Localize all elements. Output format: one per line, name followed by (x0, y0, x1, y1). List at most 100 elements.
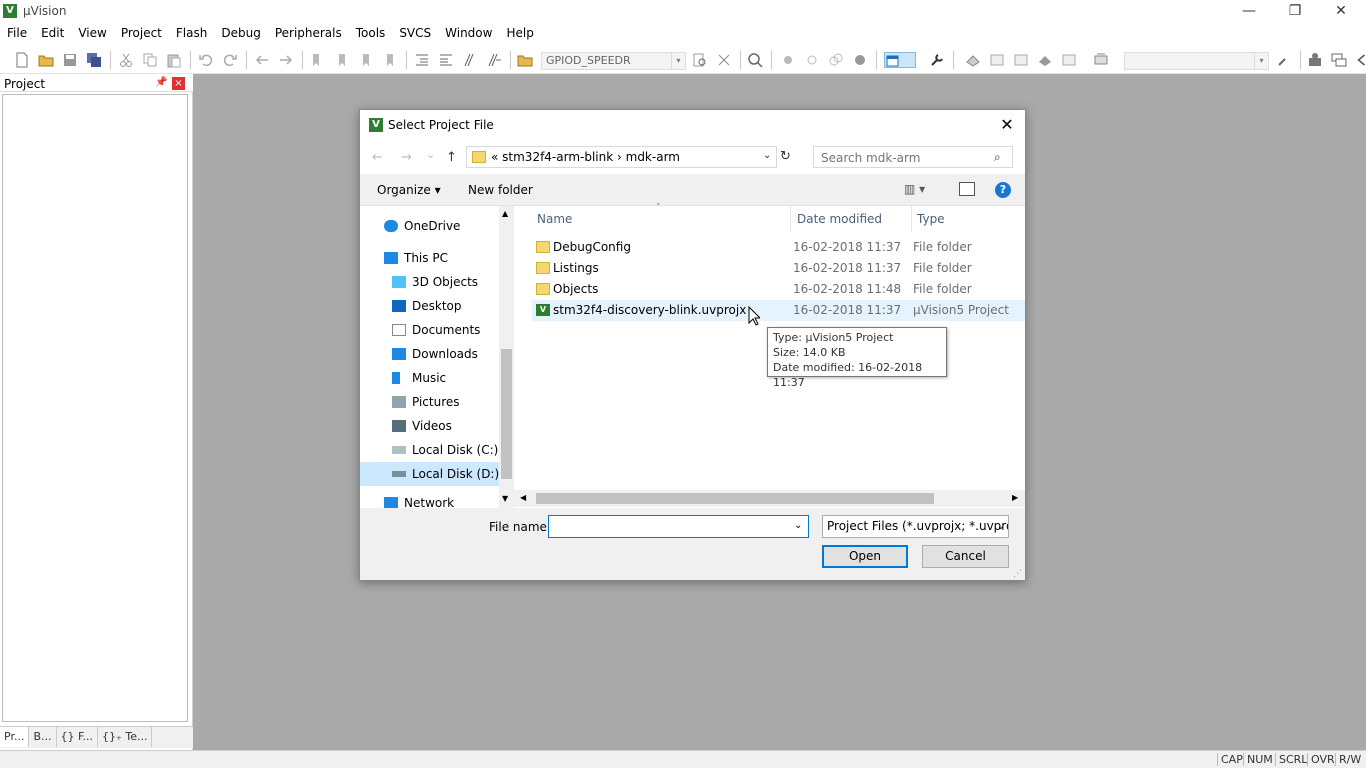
file-row-uvprojx[interactable]: V stm32f4-discovery-blink.uvprojx 16-02-… (532, 300, 1025, 321)
find-in-files-icon[interactable] (517, 52, 533, 68)
stop-build-icon[interactable] (1061, 52, 1077, 68)
nav-item-pictures[interactable]: Pictures (360, 390, 499, 414)
file-list-horizontal-scrollbar[interactable]: ◀ ▶ (514, 490, 1025, 507)
bookmark-icon[interactable] (310, 52, 326, 68)
translate-icon[interactable] (965, 52, 981, 68)
tab-templates[interactable]: {}₊ Te... (98, 727, 153, 747)
menu-view[interactable]: View (71, 24, 113, 44)
search-input[interactable] (821, 150, 991, 165)
close-window-button[interactable]: ✕ (1318, 0, 1364, 24)
tab-functions[interactable]: {} F... (57, 727, 99, 747)
pin-icon[interactable]: 📌 (155, 77, 167, 88)
scrollbar-thumb[interactable] (536, 493, 934, 504)
menu-flash[interactable]: Flash (169, 24, 214, 44)
refresh-icon[interactable]: ↻ (780, 149, 791, 164)
menu-tools[interactable]: Tools (349, 24, 393, 44)
select-packs-icon[interactable] (1331, 52, 1347, 68)
column-header-date-modified[interactable]: Date modified (797, 212, 882, 226)
nav-item-onedrive[interactable]: OneDrive (360, 214, 499, 238)
find-icon[interactable] (692, 52, 708, 68)
nav-item-network[interactable]: Network (360, 491, 499, 508)
nav-item-this-pc[interactable]: This PC (360, 246, 499, 270)
nav-item-local-disk-d[interactable]: Local Disk (D:) (360, 462, 499, 486)
scrollbar-thumb[interactable] (501, 349, 512, 479)
manage-components-icon[interactable] (1307, 52, 1323, 68)
chevron-down-icon[interactable]: ⌄ (794, 520, 802, 531)
address-bar[interactable]: « stm32f4-arm-blink › mdk-arm ⌄ (466, 146, 777, 168)
recent-locations-chevron-icon[interactable]: ⌄ (426, 148, 435, 161)
scroll-up-icon[interactable]: ▲ (502, 209, 508, 218)
find-combo[interactable]: ▾ (1124, 52, 1269, 70)
clear-bookmarks-icon[interactable] (382, 52, 398, 68)
undo-icon[interactable] (198, 52, 214, 68)
incremental-find-icon[interactable] (716, 52, 732, 68)
tab-books[interactable]: B... (29, 727, 57, 747)
open-file-icon[interactable] (38, 52, 54, 68)
cut-icon[interactable] (118, 52, 134, 68)
menu-project[interactable]: Project (114, 24, 169, 44)
navigate-back-icon[interactable] (254, 52, 270, 68)
save-all-icon[interactable] (86, 52, 102, 68)
cancel-button[interactable]: Cancel (922, 545, 1009, 568)
nav-pane-scrollbar[interactable]: ▲ ▼ (499, 206, 514, 508)
file-row-debugconfig[interactable]: DebugConfig 16-02-2018 11:37 File folder (532, 237, 1025, 258)
nav-item-desktop[interactable]: Desktop (360, 294, 499, 318)
breadcrumb[interactable]: « stm32f4-arm-blink › mdk-arm (491, 150, 680, 164)
save-icon[interactable] (62, 52, 78, 68)
comment-icon[interactable] (462, 52, 478, 68)
enable-breakpoint-icon[interactable] (804, 52, 820, 68)
open-button[interactable]: Open (822, 545, 908, 568)
navigate-forward-icon[interactable] (278, 52, 294, 68)
new-folder-button[interactable]: New folder (468, 183, 533, 197)
file-row-objects[interactable]: Objects 16-02-2018 11:48 File folder (532, 279, 1025, 300)
kill-breakpoints-icon[interactable] (852, 52, 868, 68)
new-file-icon[interactable] (14, 52, 30, 68)
menu-svcs[interactable]: SVCS (392, 24, 438, 44)
unindent-icon[interactable] (438, 52, 454, 68)
file-name-input[interactable] (553, 519, 783, 534)
nav-item-music[interactable]: Music (360, 366, 499, 390)
column-header-name[interactable]: Name (537, 212, 572, 226)
restore-button[interactable]: ❐ (1272, 0, 1318, 24)
close-panel-button[interactable]: × (172, 77, 185, 90)
change-view-icon[interactable]: ▥ ▾ (904, 182, 925, 196)
batch-build-icon[interactable] (1037, 52, 1053, 68)
toolbar-overflow-icon[interactable] (1353, 52, 1366, 68)
back-arrow-icon[interactable]: ← (372, 150, 383, 165)
copy-icon[interactable] (142, 52, 158, 68)
nav-item-documents[interactable]: Documents (360, 318, 499, 342)
uncomment-icon[interactable] (486, 52, 502, 68)
disable-breakpoints-icon[interactable] (828, 52, 844, 68)
scroll-down-icon[interactable]: ▼ (502, 494, 508, 503)
menu-help[interactable]: Help (499, 24, 540, 44)
project-tree[interactable] (2, 94, 188, 722)
paste-icon[interactable] (166, 52, 182, 68)
target-combo[interactable]: GPIOD_SPEEDR ▾ (541, 52, 686, 70)
nav-item-local-disk-c[interactable]: Local Disk (C:) (360, 438, 499, 462)
configure-windows-icon[interactable] (884, 52, 916, 68)
file-type-filter[interactable]: Project Files (*.uvprojx; *.uvpro ⌄ (822, 515, 1009, 538)
batch-setup-icon[interactable] (1276, 52, 1292, 68)
file-row-listings[interactable]: Listings 16-02-2018 11:37 File folder (532, 258, 1025, 279)
insert-breakpoint-icon[interactable] (780, 52, 796, 68)
menu-peripherals[interactable]: Peripherals (268, 24, 349, 44)
scroll-right-icon[interactable]: ▶ (1012, 493, 1018, 502)
tab-project[interactable]: Pr... (0, 727, 30, 747)
nav-item-3d-objects[interactable]: 3D Objects (360, 270, 499, 294)
forward-arrow-icon[interactable]: → (401, 150, 412, 165)
wrench-icon[interactable] (929, 52, 945, 68)
rebuild-icon[interactable] (1013, 52, 1029, 68)
dialog-close-button[interactable]: ✕ (994, 114, 1020, 136)
preview-pane-icon[interactable] (959, 182, 975, 196)
build-icon[interactable] (989, 52, 1005, 68)
help-icon[interactable]: ? (995, 182, 1011, 198)
resize-grip-icon[interactable]: ⋰ (1013, 569, 1022, 579)
menu-window[interactable]: Window (438, 24, 499, 44)
organize-button[interactable]: Organize ▾ (377, 183, 441, 197)
next-bookmark-icon[interactable] (358, 52, 374, 68)
column-header-type[interactable]: Type (917, 212, 945, 226)
menu-file[interactable]: File (0, 24, 34, 44)
zoom-icon[interactable] (747, 52, 763, 68)
redo-icon[interactable] (222, 52, 238, 68)
nav-item-downloads[interactable]: Downloads (360, 342, 499, 366)
